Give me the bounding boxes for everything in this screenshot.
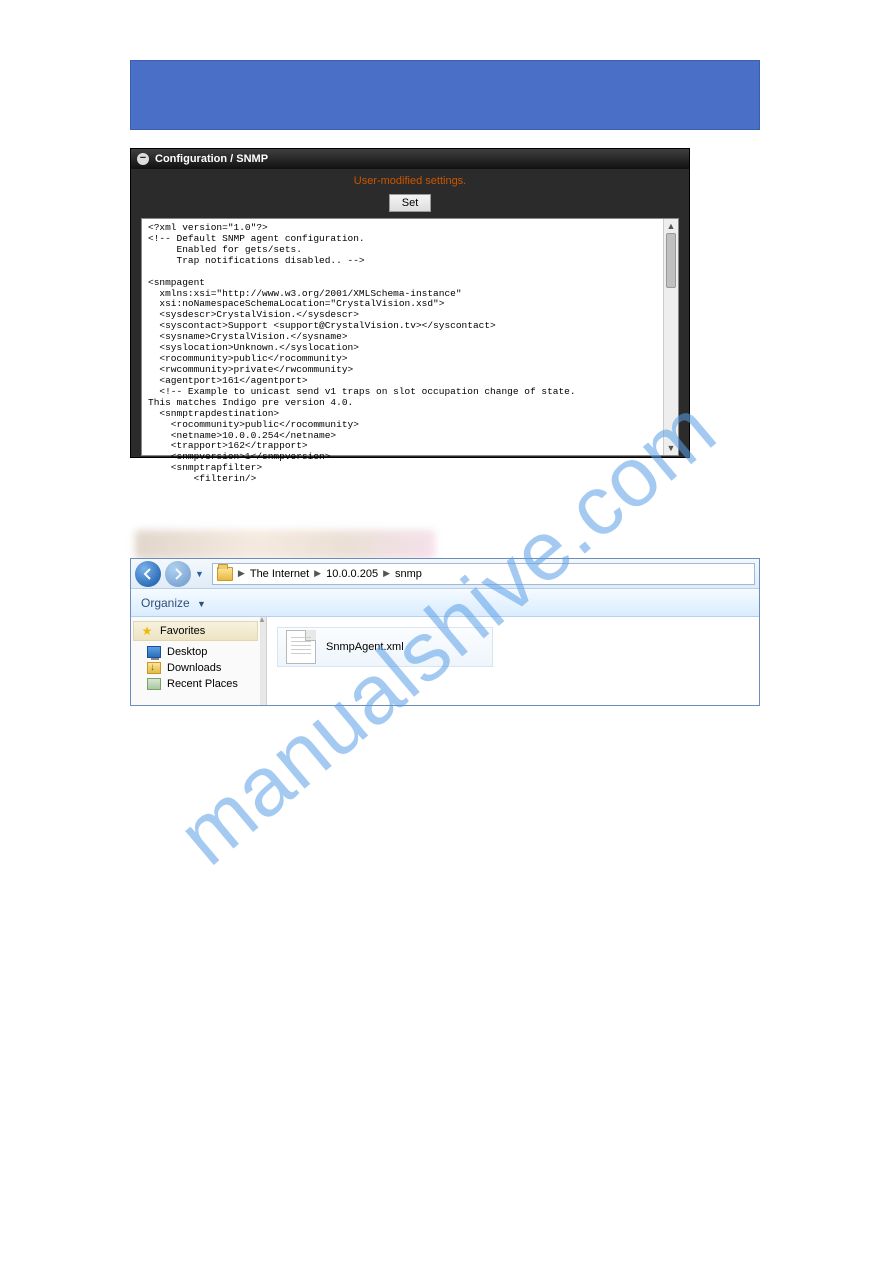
explorer-menubar: Organize ▼ bbox=[131, 589, 759, 617]
desktop-icon bbox=[147, 646, 161, 658]
scroll-down-icon[interactable]: ▼ bbox=[664, 441, 678, 455]
sidebar-item-desktop[interactable]: Desktop bbox=[131, 644, 260, 660]
favorites-label: Favorites bbox=[160, 625, 205, 637]
explorer-body: ★ Favorites Desktop Downloads Recent Pla… bbox=[131, 617, 759, 705]
downloads-icon bbox=[147, 662, 161, 674]
config-status-message: User-modified settings. bbox=[131, 175, 689, 187]
organize-label: Organize bbox=[141, 596, 190, 610]
sidebar-item-downloads[interactable]: Downloads bbox=[131, 660, 260, 676]
set-button[interactable]: Set bbox=[389, 194, 432, 212]
recent-places-label: Recent Places bbox=[167, 678, 238, 690]
scroll-thumb[interactable] bbox=[666, 233, 676, 288]
breadcrumb-separator-icon[interactable]: ▶ bbox=[238, 568, 245, 579]
explorer-content: SnmpAgent.xml bbox=[267, 617, 759, 705]
sidebar-item-favorites[interactable]: ★ Favorites bbox=[133, 621, 258, 641]
breadcrumb-separator-icon[interactable]: ▶ bbox=[383, 568, 390, 579]
config-titlebar: − Configuration / SNMP bbox=[131, 149, 689, 169]
config-title: Configuration / SNMP bbox=[155, 153, 268, 165]
scroll-up-icon[interactable]: ▲ bbox=[664, 219, 678, 233]
folder-icon bbox=[217, 567, 233, 581]
xml-content[interactable]: <?xml version="1.0"?> <!-- Default SNMP … bbox=[142, 219, 678, 489]
file-name: SnmpAgent.xml bbox=[326, 641, 404, 653]
blurred-region bbox=[135, 530, 435, 560]
organize-menu[interactable]: Organize ▼ bbox=[141, 596, 206, 610]
star-icon: ★ bbox=[140, 624, 154, 638]
xml-file-icon bbox=[286, 630, 316, 664]
sidebar-splitter[interactable] bbox=[261, 617, 267, 705]
downloads-label: Downloads bbox=[167, 662, 221, 674]
blue-banner bbox=[130, 60, 760, 130]
forward-button[interactable] bbox=[165, 561, 191, 587]
collapse-icon[interactable]: − bbox=[137, 153, 149, 165]
history-dropdown-icon[interactable]: ▼ bbox=[195, 569, 204, 579]
address-bar[interactable]: ▶ The Internet ▶ 10.0.0.205 ▶ snmp bbox=[212, 563, 755, 585]
xml-textarea[interactable]: <?xml version="1.0"?> <!-- Default SNMP … bbox=[141, 218, 679, 456]
breadcrumb-ip[interactable]: 10.0.0.205 bbox=[326, 568, 378, 580]
dropdown-arrow-icon: ▼ bbox=[197, 599, 206, 609]
config-body: User-modified settings. Set <?xml versio… bbox=[131, 169, 689, 456]
breadcrumb-separator-icon[interactable]: ▶ bbox=[314, 568, 321, 579]
sidebar-item-recent-places[interactable]: Recent Places bbox=[131, 676, 260, 692]
explorer-window: ▼ ▶ The Internet ▶ 10.0.0.205 ▶ snmp Org… bbox=[130, 558, 760, 706]
explorer-sidebar: ★ Favorites Desktop Downloads Recent Pla… bbox=[131, 617, 261, 705]
config-panel: − Configuration / SNMP User-modified set… bbox=[130, 148, 690, 458]
file-tile-snmpagent[interactable]: SnmpAgent.xml bbox=[277, 627, 493, 667]
back-button[interactable] bbox=[135, 561, 161, 587]
scrollbar[interactable]: ▲ ▼ bbox=[663, 219, 678, 455]
breadcrumb-folder[interactable]: snmp bbox=[395, 568, 422, 580]
explorer-toolbar: ▼ ▶ The Internet ▶ 10.0.0.205 ▶ snmp bbox=[131, 559, 759, 589]
desktop-label: Desktop bbox=[167, 646, 207, 658]
breadcrumb-root[interactable]: The Internet bbox=[250, 568, 309, 580]
recent-places-icon bbox=[147, 678, 161, 690]
